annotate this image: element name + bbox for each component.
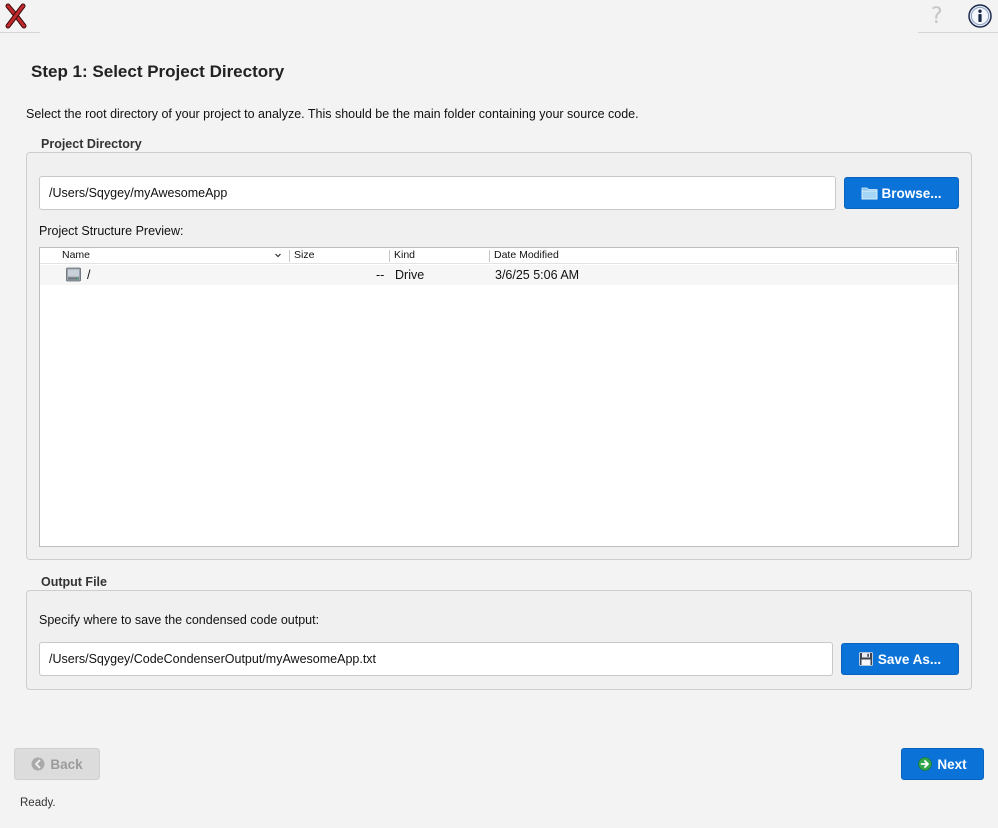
project-structure-preview-label: Project Structure Preview:: [39, 224, 184, 238]
browse-button[interactable]: Browse...: [844, 177, 959, 209]
next-button-label: Next: [937, 756, 967, 772]
output-file-group-label: Output File: [41, 575, 107, 589]
next-button[interactable]: Next: [901, 748, 984, 780]
drive-icon: [66, 267, 81, 282]
column-header-size[interactable]: Size: [294, 249, 314, 261]
info-icon[interactable]: [968, 4, 992, 28]
back-arrow-icon: [31, 757, 45, 771]
project-structure-tree[interactable]: Name Size Kind Date Modified / -- Drive …: [39, 247, 959, 547]
step-description: Select the root directory of your projec…: [26, 107, 639, 121]
tree-column-header: Name Size Kind Date Modified: [40, 248, 958, 264]
column-header-name[interactable]: Name: [62, 249, 90, 261]
tree-row[interactable]: / -- Drive 3/6/25 5:06 AM: [40, 265, 958, 285]
toolbar-divider-left: [0, 32, 40, 33]
tree-row-size: --: [376, 268, 385, 282]
output-file-instruction: Specify where to save the condensed code…: [39, 613, 320, 627]
floppy-disk-icon: [858, 652, 873, 666]
project-directory-group-label: Project Directory: [41, 137, 142, 151]
column-header-date-modified[interactable]: Date Modified: [494, 249, 559, 261]
sort-chevron-icon[interactable]: [274, 248, 282, 265]
step-title: Step 1: Select Project Directory: [31, 62, 285, 81]
help-icon[interactable]: ?: [931, 4, 943, 29]
toolbar-divider-right: [918, 32, 998, 33]
column-separator[interactable]: [389, 250, 390, 262]
back-button-label: Back: [50, 756, 83, 772]
column-separator[interactable]: [289, 250, 290, 262]
column-separator[interactable]: [956, 250, 957, 262]
folder-icon: [861, 186, 878, 200]
browse-button-label: Browse...: [881, 185, 942, 201]
tree-row-date-modified: 3/6/25 5:06 AM: [495, 268, 580, 282]
save-as-button-label: Save As...: [877, 651, 942, 667]
top-toolbar: ?: [0, 0, 998, 33]
column-separator[interactable]: [489, 250, 490, 262]
save-as-button[interactable]: Save As...: [841, 643, 959, 675]
next-arrow-icon: [918, 757, 933, 771]
tree-row-name: /: [87, 268, 91, 282]
column-header-kind[interactable]: Kind: [394, 249, 415, 261]
project-directory-path-field[interactable]: /Users/Sqygey/myAwesomeApp: [39, 176, 836, 210]
status-bar-text: Ready.: [20, 797, 56, 809]
back-button[interactable]: Back: [14, 748, 100, 780]
close-x-icon[interactable]: [4, 3, 28, 29]
tree-row-kind: Drive: [395, 268, 425, 282]
output-file-path-field[interactable]: /Users/Sqygey/CodeCondenserOutput/myAwes…: [39, 642, 833, 676]
